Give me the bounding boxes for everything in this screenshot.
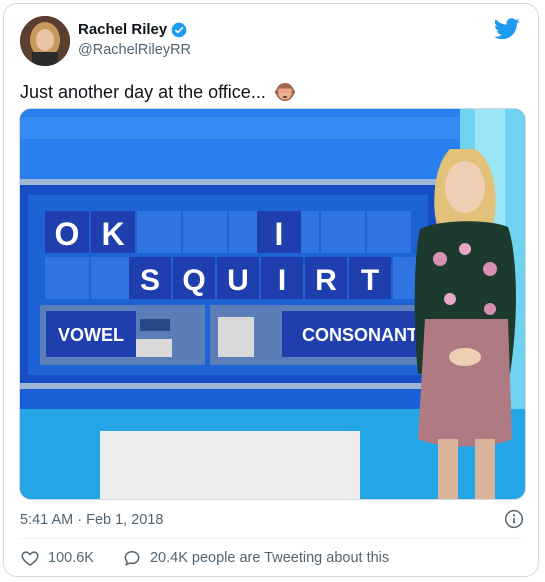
vowel-panel: VOWEL: [40, 305, 205, 365]
tile-letter: Q: [182, 264, 205, 297]
tweet-header: Rachel Riley @RachelRileyRR: [20, 16, 524, 70]
twitter-bird-icon[interactable]: [494, 18, 520, 40]
replies-text: 20.4K people are Tweeting about this: [149, 550, 390, 566]
tile-letter: I: [275, 216, 284, 252]
avatar[interactable]: [20, 16, 70, 66]
vowel-label: VOWEL: [58, 325, 124, 345]
info-icon[interactable]: [504, 509, 524, 529]
footer-divider: [20, 538, 522, 539]
see-no-evil-monkey-icon: [274, 83, 295, 101]
tweet-text: Just another day at the office...: [20, 80, 296, 104]
tile-letter: R: [315, 264, 337, 297]
author-names: Rachel Riley @RachelRileyRR: [78, 20, 191, 60]
display-name[interactable]: Rachel Riley: [78, 20, 167, 40]
tile-letter: K: [101, 216, 124, 252]
tile-letter: S: [140, 264, 160, 297]
tile-letter: I: [278, 264, 286, 297]
tile-letter: O: [55, 216, 80, 252]
tweet-media-image[interactable]: O K I S Q U I R T VOWEL CONSONANT: [19, 108, 526, 500]
tweet-actions: 100.6K 20.4K people are Tweeting about t…: [20, 548, 417, 568]
like-count: 100.6K: [48, 550, 94, 566]
verified-badge-icon: [171, 22, 187, 38]
tweet-timestamp[interactable]: 5:41 AM · Feb 1, 2018: [20, 512, 163, 528]
countdown-board-photo: O K I S Q U I R T VOWEL CONSONANT: [20, 109, 525, 499]
display-name-row[interactable]: Rachel Riley: [78, 20, 191, 40]
heart-icon: [21, 551, 39, 566]
tile-letter: T: [361, 264, 379, 297]
tweet-card: Rachel Riley @RachelRileyRR Just another…: [3, 3, 539, 577]
user-handle[interactable]: @RachelRileyRR: [78, 40, 191, 60]
like-button[interactable]: 100.6K: [20, 548, 94, 568]
tweet-body: Just another day at the office...: [20, 82, 266, 102]
consonant-label: CONSONANT: [302, 325, 418, 345]
reply-button[interactable]: 20.4K people are Tweeting about this: [122, 548, 389, 568]
comment-icon: [124, 551, 140, 566]
tile-letter: U: [227, 264, 249, 297]
consonant-panel: CONSONANT: [210, 305, 440, 365]
